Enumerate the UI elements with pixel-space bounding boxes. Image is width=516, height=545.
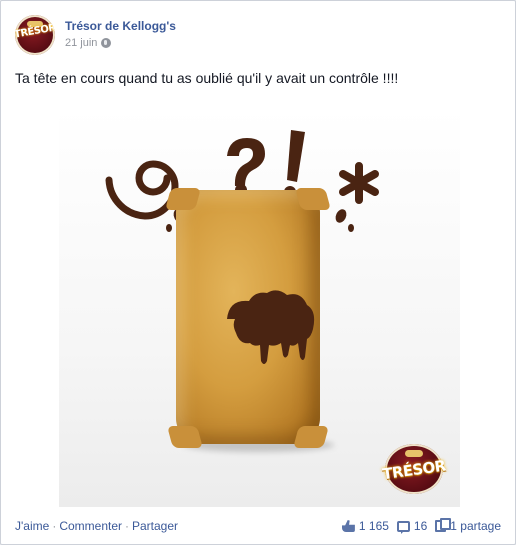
page-avatar[interactable]: TRÉSOR xyxy=(15,15,55,55)
separator: · xyxy=(125,519,129,533)
comment-icon xyxy=(396,520,410,534)
comments-count-text: 16 xyxy=(413,519,428,533)
thumbs-up-icon xyxy=(341,520,355,532)
share-icon xyxy=(435,518,452,532)
post-message: Ta tête en cours quand tu as oublié qu'i… xyxy=(15,70,399,86)
separator: · xyxy=(52,519,57,533)
shares-count-text: 1 partage xyxy=(450,519,501,533)
post-photo[interactable]: TRÉSOR xyxy=(59,108,460,507)
comment-link[interactable]: Commenter xyxy=(59,519,122,533)
cereal-pillow xyxy=(165,188,331,448)
likes-count-text: 1 165 xyxy=(358,519,389,533)
asterisk-symbol xyxy=(339,162,379,204)
author-name-link[interactable]: Trésor de Kellogg's xyxy=(65,19,176,33)
question-symbol xyxy=(227,138,265,196)
like-link[interactable]: J'aime xyxy=(15,519,49,533)
post-actions: J'aime · Commenter · Partager xyxy=(15,519,178,533)
swirl-symbol xyxy=(105,160,179,220)
likes-count[interactable]: 1 165 xyxy=(341,519,389,533)
tresor-brand-logo: TRÉSOR xyxy=(381,444,447,496)
brand-crest xyxy=(405,450,423,457)
chocolate-mouth xyxy=(227,290,315,364)
post-card: TRÉSOR Trésor de Kellogg's 21 juin Ta tê… xyxy=(0,0,516,545)
share-link[interactable]: Partager xyxy=(132,519,178,533)
cereal-corner xyxy=(167,426,203,448)
shares-count[interactable]: 1 partage xyxy=(435,518,501,533)
comments-count[interactable]: 16 xyxy=(396,519,428,534)
globe-icon[interactable] xyxy=(101,38,112,48)
post-stats: 1 165 16 1 partage xyxy=(341,518,501,534)
cereal-corner xyxy=(295,188,331,210)
post-meta: 21 juin xyxy=(65,37,112,49)
avatar-logo-text: TRÉSOR xyxy=(15,22,55,41)
cereal-corner xyxy=(165,188,201,210)
post-header: TRÉSOR Trésor de Kellogg's 21 juin xyxy=(15,15,495,55)
post-date-link[interactable]: 21 juin xyxy=(65,37,97,49)
